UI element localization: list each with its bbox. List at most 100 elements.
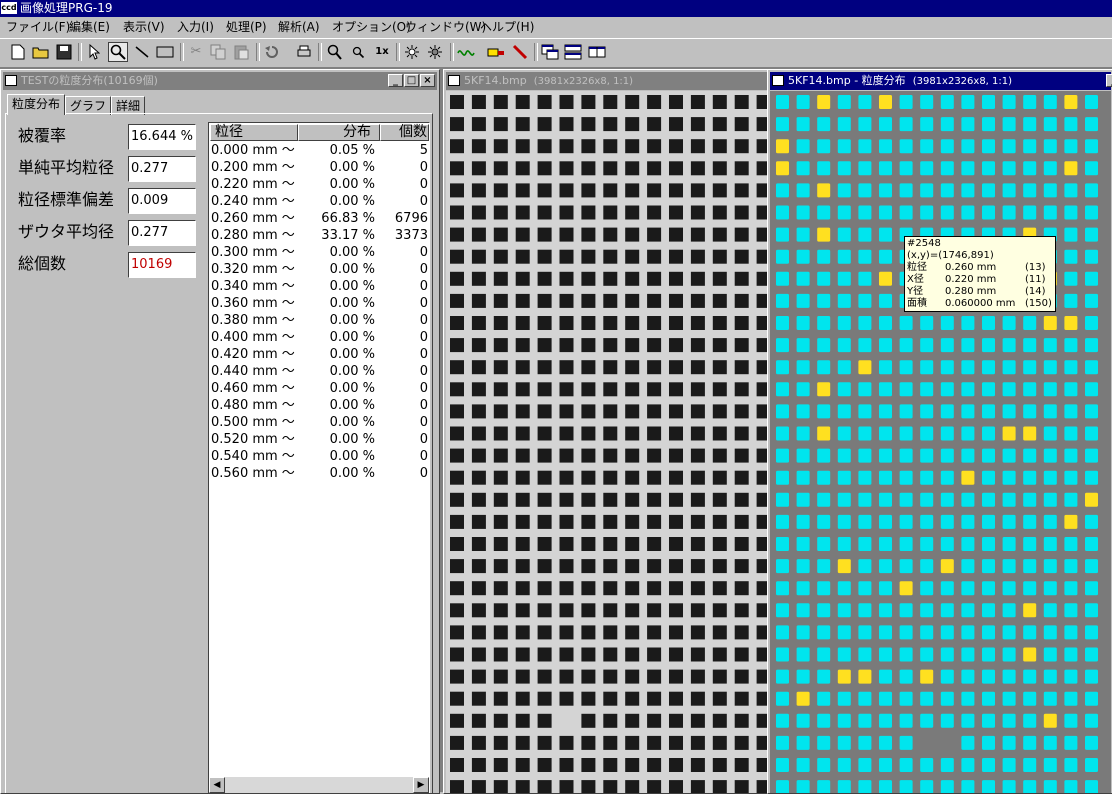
table-row[interactable]: 0.000 mm 〜 0.05 % 5 [211, 142, 429, 159]
menu-window[interactable]: ウィンドウ(W) [405, 19, 486, 35]
sauter-mean-label: ザウタ平均径 [18, 222, 115, 241]
analysis-window-titlebar[interactable]: TESTの粒度分布(10169個) _ □ × [3, 72, 437, 90]
table-row[interactable]: 0.300 mm 〜 0.00 % 0 [211, 244, 429, 261]
diameter-cell: 0.300 mm 〜 [211, 245, 295, 260]
source-image-info: (3981x2326x8, 1:1) [533, 76, 634, 87]
menu-file[interactable]: ファイル(F) [6, 19, 70, 35]
column-header-count[interactable]: 個数 [380, 124, 429, 141]
result-image-canvas[interactable]: #2548 (x,y)=(1746,891) 粒径 0.260 mm (13) X径… [770, 91, 1111, 793]
table-row[interactable]: 0.520 mm 〜 0.00 % 0 [211, 431, 429, 448]
distribution-cell: 0.00 % [329, 262, 375, 277]
pen-icon[interactable] [510, 42, 530, 62]
tooltip-label: 面積 [907, 298, 927, 309]
distribution-cell: 0.00 % [329, 398, 375, 413]
brightness-up-icon[interactable] [402, 42, 422, 62]
total-count-label: 総個数 [18, 254, 67, 273]
table-row[interactable]: 0.280 mm 〜 33.17 % 3373 [211, 227, 429, 244]
table-row[interactable]: 0.540 mm 〜 0.00 % 0 [211, 448, 429, 465]
tab-distribution[interactable]: 粒度分布 [7, 94, 66, 115]
diameter-cell: 0.280 mm 〜 [211, 228, 295, 243]
table-row[interactable]: 0.200 mm 〜 0.00 % 0 [211, 159, 429, 176]
zoom-out-icon[interactable] [348, 42, 368, 62]
tooltip-value: 0.280 mm [945, 286, 997, 297]
zoom-in-icon[interactable] [324, 42, 344, 62]
wave-filter-icon[interactable] [456, 42, 476, 62]
tooltip-value: 0.220 mm [945, 274, 997, 285]
source-image-window: 5KF14.bmp (3981x2326x8, 1:1) [443, 69, 770, 794]
table-row[interactable]: 0.480 mm 〜 0.00 % 0 [211, 397, 429, 414]
source-image-canvas[interactable] [446, 91, 767, 793]
menu-input[interactable]: 入力(I) [177, 19, 214, 35]
table-row[interactable]: 0.460 mm 〜 0.00 % 0 [211, 380, 429, 397]
minimize-button[interactable]: _ [1106, 74, 1112, 87]
column-header-diameter[interactable]: 粒径 [210, 124, 298, 141]
count-cell: 0 [419, 279, 428, 294]
count-cell: 0 [419, 415, 428, 430]
table-row[interactable]: 0.320 mm 〜 0.00 % 0 [211, 261, 429, 278]
minimize-button[interactable]: _ [388, 74, 403, 87]
table-row[interactable]: 0.340 mm 〜 0.00 % 0 [211, 278, 429, 295]
open-folder-icon[interactable] [31, 42, 51, 62]
menu-process[interactable]: 処理(P) [226, 19, 267, 35]
new-file-icon[interactable] [8, 42, 28, 62]
table-row[interactable]: 0.260 mm 〜 66.83 % 6796 [211, 210, 429, 227]
color-tool-icon[interactable] [486, 42, 506, 62]
column-header-distribution[interactable]: 分布 [298, 124, 380, 141]
coverage-value: 16.644 % [128, 124, 196, 150]
table-row[interactable]: 0.500 mm 〜 0.00 % 0 [211, 414, 429, 431]
distribution-cell: 0.00 % [329, 330, 375, 345]
source-image-titlebar[interactable]: 5KF14.bmp (3981x2326x8, 1:1) [446, 72, 767, 90]
count-cell: 0 [419, 432, 428, 447]
table-row[interactable]: 0.420 mm 〜 0.00 % 0 [211, 346, 429, 363]
document-icon [772, 75, 784, 86]
diameter-cell: 0.520 mm 〜 [211, 432, 295, 447]
pointer-icon[interactable] [84, 42, 104, 62]
scroll-left-button[interactable]: ◀ [209, 777, 225, 793]
table-row[interactable]: 0.240 mm 〜 0.00 % 0 [211, 193, 429, 210]
table-row[interactable]: 0.360 mm 〜 0.00 % 0 [211, 295, 429, 312]
menu-help[interactable]: ヘルプ(H) [480, 19, 534, 35]
menu-edit[interactable]: 編集(E) [69, 19, 110, 35]
tooltip-id: #2548 [907, 238, 941, 249]
table-row[interactable]: 0.400 mm 〜 0.00 % 0 [211, 329, 429, 346]
maximize-button[interactable]: □ [404, 74, 419, 87]
document-icon [448, 75, 460, 86]
undo-icon[interactable] [262, 42, 282, 62]
source-image-title: 5KF14.bmp [464, 74, 527, 87]
diameter-cell: 0.540 mm 〜 [211, 449, 295, 464]
table-row[interactable]: 0.560 mm 〜 0.00 % 0 [211, 465, 429, 482]
app-titlebar: ccd 画像処理PRG-19 [0, 0, 1112, 17]
close-button[interactable]: × [420, 74, 435, 87]
distribution-cell: 0.00 % [329, 296, 375, 311]
distribution-cell: 0.00 % [329, 381, 375, 396]
table-row[interactable]: 0.220 mm 〜 0.00 % 0 [211, 176, 429, 193]
zoom-1x-icon[interactable]: 1x [372, 42, 392, 62]
analysis-window: TESTの粒度分布(10169個) _ □ × 粒度分布 グラフ 詳細 被覆率 … [0, 69, 440, 794]
tile-horizontal-icon[interactable] [563, 42, 583, 62]
distribution-table[interactable]: 粒径 分布 個数 0.000 mm 〜 0.05 % 5 0.200 mm 〜 0.00… [208, 122, 430, 793]
print-icon[interactable] [294, 42, 314, 62]
distribution-cell: 0.00 % [329, 432, 375, 447]
paste-icon[interactable] [231, 42, 251, 62]
scroll-right-button[interactable]: ▶ [413, 777, 429, 793]
copy-icon[interactable] [208, 42, 228, 62]
diameter-cell: 0.400 mm 〜 [211, 330, 295, 345]
mean-diameter-value: 0.277 [128, 156, 196, 182]
save-icon[interactable] [54, 42, 74, 62]
line-tool-icon[interactable] [132, 42, 152, 62]
table-horizontal-scrollbar[interactable]: ◀ ▶ [209, 777, 429, 793]
menu-analyze[interactable]: 解析(A) [278, 19, 320, 35]
tile-vertical-icon[interactable] [587, 42, 607, 62]
result-image-title: 5KF14.bmp - 粒度分布 [788, 74, 906, 87]
rectangle-tool-icon[interactable] [155, 42, 175, 62]
result-image-titlebar[interactable]: 5KF14.bmp - 粒度分布 (3981x2326x8, 1:1) _ [770, 72, 1112, 90]
cut-icon[interactable]: ✂ [186, 42, 206, 62]
menu-view[interactable]: 表示(V) [123, 19, 165, 35]
toolbar: ✂ 1x [0, 38, 1112, 68]
brightness-down-icon[interactable] [425, 42, 445, 62]
menu-options[interactable]: オプション(O) [332, 19, 411, 35]
cascade-windows-icon[interactable] [540, 42, 560, 62]
table-row[interactable]: 0.440 mm 〜 0.00 % 0 [211, 363, 429, 380]
table-row[interactable]: 0.380 mm 〜 0.00 % 0 [211, 312, 429, 329]
zoom-icon[interactable] [108, 42, 128, 62]
